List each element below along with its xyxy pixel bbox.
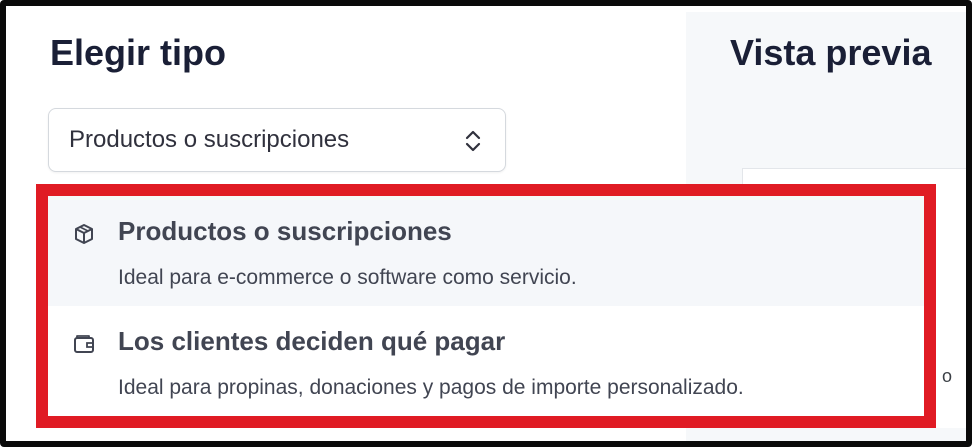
chevron-up-down-icon (465, 130, 481, 152)
page-title: Elegir tipo (50, 32, 227, 73)
highlight-annotation-box (36, 184, 936, 428)
preview-text-fragment: o (942, 366, 953, 386)
type-select[interactable]: Productos o suscripciones (48, 108, 506, 172)
type-select-value: Productos o suscripciones (69, 126, 350, 153)
preview-title: Vista previa (730, 32, 932, 73)
screenshot-frame: o Elegir tipo Vista previa Productos o s… (0, 0, 972, 447)
